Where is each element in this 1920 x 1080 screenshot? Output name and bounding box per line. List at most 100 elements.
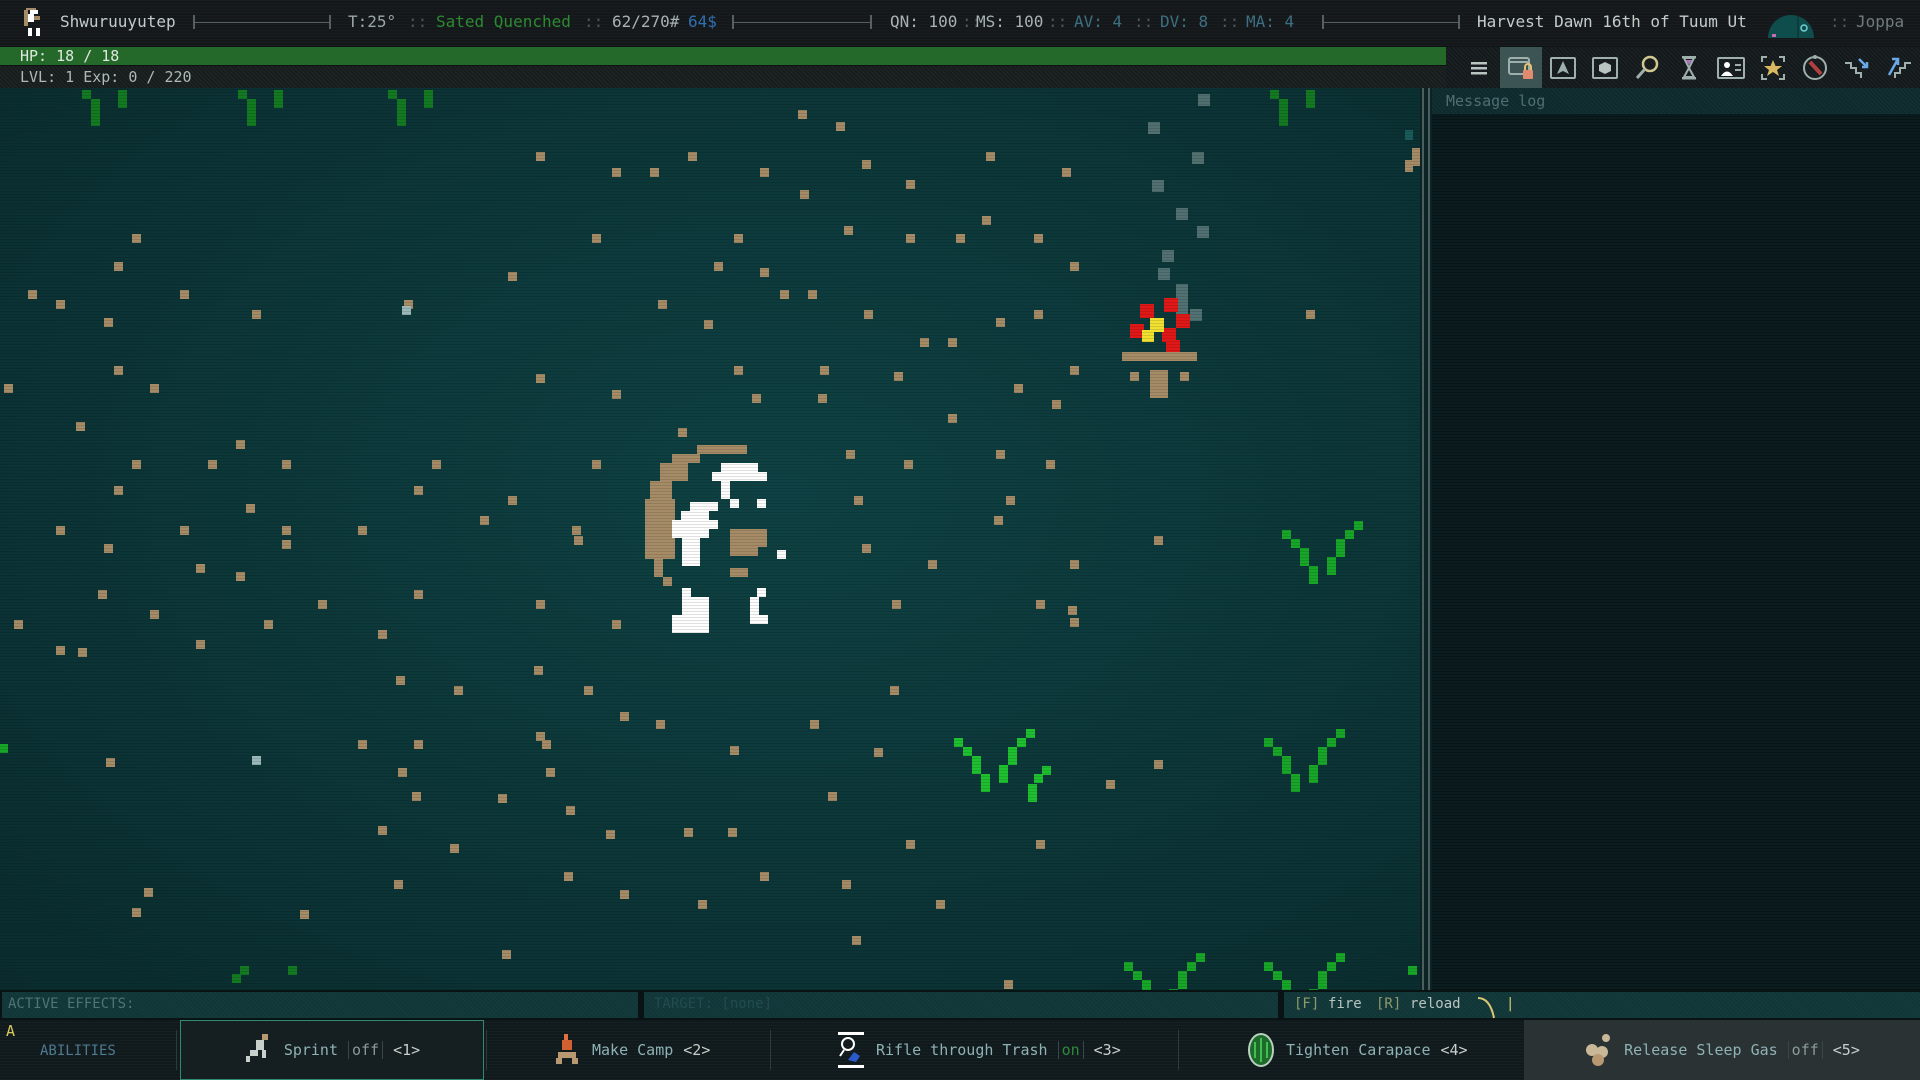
ability-name: Make Camp — [592, 1041, 674, 1059]
dirt-tile — [414, 740, 423, 749]
dirt-tile — [1062, 168, 1071, 177]
grass-tile — [1318, 971, 1327, 989]
smoke-puff — [1152, 180, 1164, 192]
character-button[interactable] — [1542, 47, 1584, 88]
dirt-tile — [936, 900, 945, 909]
reload-button[interactable]: reload — [1410, 996, 1461, 1012]
smoke-puff — [1190, 309, 1202, 321]
game-map[interactable] — [0, 88, 1420, 990]
campfire-icon — [556, 1034, 578, 1064]
menu-button[interactable] — [1458, 47, 1500, 88]
grass-tile — [238, 90, 247, 99]
dirt-tile — [874, 748, 883, 757]
ability-rifle-through-trash[interactable]: Rifle through Trash on <3> — [836, 1020, 1121, 1080]
dirt-tile — [810, 720, 819, 729]
dirt-tile — [1068, 606, 1077, 615]
dirt-tile — [842, 880, 851, 889]
dirt-tile — [378, 826, 387, 835]
dirt-tile — [318, 600, 327, 609]
grass-tile — [91, 99, 100, 126]
grass-tile — [1273, 971, 1282, 980]
grass-tile — [1196, 953, 1205, 962]
dirt-tile — [904, 460, 913, 469]
dirt-tile — [282, 460, 291, 469]
separator — [486, 1030, 487, 1070]
panel-resize-handle[interactable] — [1420, 88, 1432, 990]
dirt-tile — [894, 372, 903, 381]
player-character-pixel — [757, 588, 766, 597]
grass-tile — [232, 974, 241, 983]
grass-tile — [424, 90, 433, 108]
hamburger-icon — [1471, 61, 1487, 74]
grass-tile — [1264, 962, 1273, 971]
abilities-label[interactable]: ABILITIES — [40, 1043, 116, 1059]
look-button[interactable] — [1626, 47, 1668, 88]
grass-tile — [1345, 530, 1354, 539]
ability-hotkey: <1> — [393, 1041, 421, 1059]
grass-tile — [1142, 980, 1151, 990]
dirt-tile — [658, 300, 667, 309]
player-character-pixel — [654, 559, 663, 577]
smoke-puff — [1192, 152, 1204, 164]
dirt-tile — [864, 310, 873, 319]
divider-line — [193, 15, 331, 29]
wait-button[interactable] — [1668, 47, 1710, 88]
player-character-pixel — [730, 529, 767, 547]
dirt-tile — [132, 234, 141, 243]
dirt-tile — [650, 168, 659, 177]
fire-button[interactable]: fire — [1328, 996, 1362, 1012]
journal-button[interactable] — [1710, 47, 1752, 88]
equipment-button[interactable] — [1500, 47, 1542, 88]
dirt-tile — [104, 318, 113, 327]
player-portrait-icon[interactable] — [20, 6, 46, 38]
abilities-bar: A ABILITIES Sprint off <1> Make Camp <2>… — [0, 1020, 1920, 1080]
dirt-tile — [574, 536, 583, 545]
dirt-tile — [752, 394, 761, 403]
dirt-tile — [394, 880, 403, 889]
ability-tighten-carapace[interactable]: Tighten Carapace <4> — [1246, 1020, 1468, 1080]
inventory-button[interactable] — [1584, 47, 1626, 88]
star-target-icon — [1761, 55, 1785, 80]
target-label: TARGET: [none] — [654, 996, 773, 1012]
ability-release-sleep-gas[interactable]: Release Sleep Gas off <5> — [1524, 1020, 1920, 1080]
dirt-tile — [432, 460, 441, 469]
grass-tile — [963, 747, 972, 756]
ability-sprint[interactable]: Sprint off <1> — [180, 1020, 484, 1080]
ability-make-camp[interactable]: Make Camp <2> — [552, 1020, 710, 1080]
grass-tile — [388, 90, 397, 99]
dirt-tile — [678, 428, 687, 437]
torch-bowl — [1122, 352, 1197, 361]
descend-button[interactable] — [1836, 47, 1878, 88]
dirt-tile — [378, 630, 387, 639]
separator — [1178, 1030, 1179, 1070]
player-character-pixel — [682, 588, 691, 597]
dirt-tile — [450, 844, 459, 853]
dirt-tile — [684, 828, 693, 837]
grass-tile — [1178, 971, 1187, 989]
dirt-tile — [730, 746, 739, 755]
item-tile[interactable] — [402, 306, 411, 315]
dirt-tile — [920, 338, 929, 347]
dirt-tile — [282, 526, 291, 535]
auto-explore-button[interactable] — [1794, 47, 1836, 88]
carry-weight: 62/270# — [612, 12, 680, 31]
dirt-tile — [300, 910, 309, 919]
dirt-tile — [1154, 760, 1163, 769]
dirt-tile — [396, 676, 405, 685]
dirt-tile — [728, 828, 737, 837]
grass-tile — [82, 90, 91, 99]
dirt-tile — [818, 394, 827, 403]
ability-state: off — [1787, 1041, 1823, 1059]
dirt-tile — [612, 620, 621, 629]
grass-tile — [981, 774, 990, 792]
dirt-tile — [536, 600, 545, 609]
player-character-pixel — [682, 597, 709, 615]
message-log-panel[interactable]: Message log — [1432, 88, 1920, 990]
divider-line — [1322, 15, 1460, 29]
item-tile[interactable] — [252, 756, 261, 765]
abilities-hotkey: A — [6, 1022, 16, 1040]
torch-flame — [1142, 330, 1154, 342]
dirt-tile — [948, 338, 957, 347]
abilities-button[interactable] — [1752, 47, 1794, 88]
ascend-button[interactable] — [1878, 47, 1920, 88]
